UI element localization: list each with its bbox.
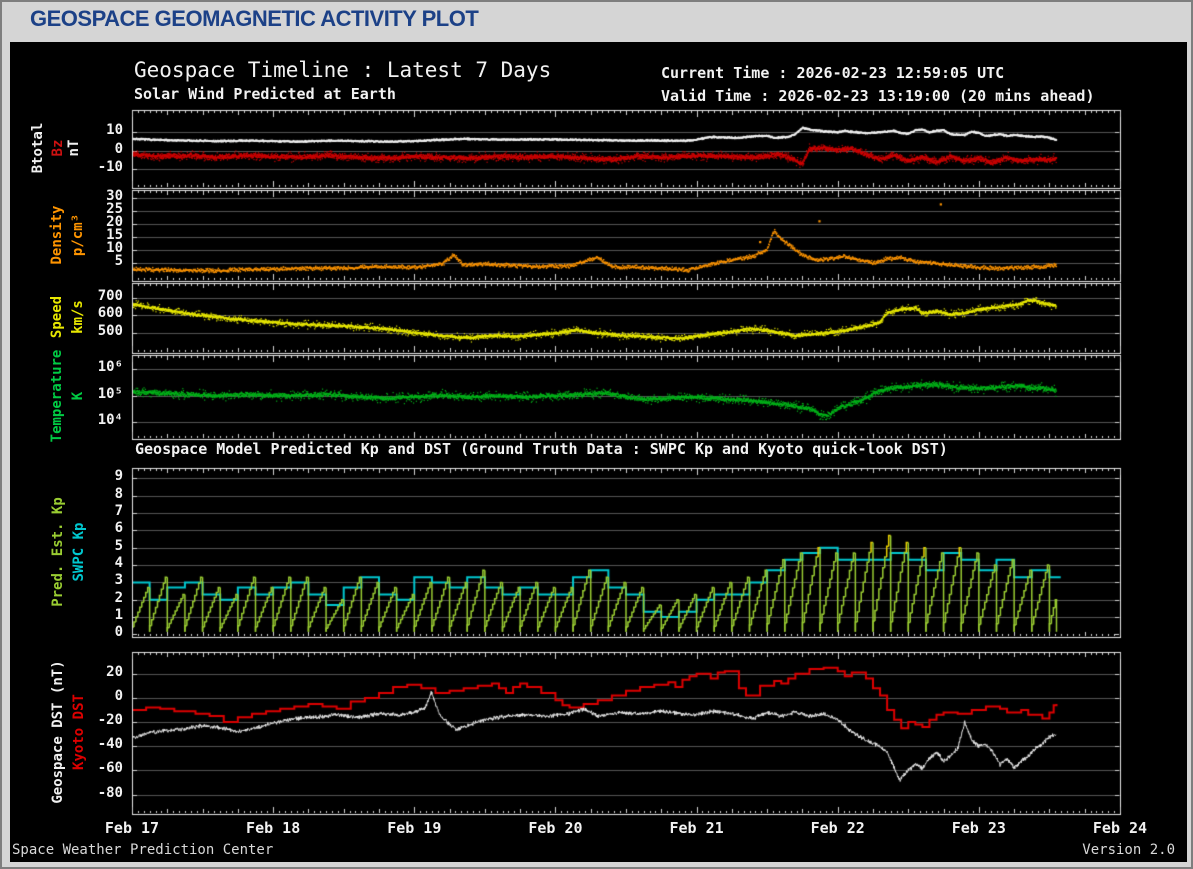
y-tick-label: 10⁵ (57, 387, 123, 402)
y-tick-label: 5 (57, 539, 123, 554)
y-tick-label: -80 (57, 786, 123, 801)
y-tick-label: 700 (57, 289, 123, 304)
page: GEOSPACE GEOMAGNETIC ACTIVITY PLOT Geosp… (0, 0, 1193, 869)
x-tick-label: Feb 19 (380, 819, 448, 837)
y-tick-label: 1 (57, 608, 123, 623)
axis-label-swpc-kp: SWPC Kp (71, 472, 87, 632)
y-tick-label: 10⁶ (57, 360, 123, 375)
x-tick-label: Feb 20 (521, 819, 589, 837)
axis-label-temperature: Temperature (49, 316, 65, 476)
y-tick-label: 6 (57, 521, 123, 536)
axis-label-btotal: Btotal (30, 68, 46, 228)
y-tick-label: 4 (57, 556, 123, 571)
y-tick-label: 500 (57, 324, 123, 339)
y-tick-label: 2 (57, 591, 123, 606)
y-tick-label: 9 (57, 469, 123, 484)
x-tick-label: Feb 23 (945, 819, 1013, 837)
x-tick-label: Feb 22 (804, 819, 872, 837)
axis-label-geospace-dst-nt-: Geospace DST (nT) (50, 652, 66, 812)
y-tick-label: 7 (57, 504, 123, 519)
x-tick-label: Feb 24 (1086, 819, 1154, 837)
y-tick-label: 5 (57, 254, 123, 269)
axis-label-k: K (70, 316, 86, 476)
x-tick-label: Feb 18 (239, 819, 307, 837)
y-tick-label: -60 (57, 761, 123, 776)
plot-title: Geospace Timeline : Latest 7 Days (134, 58, 551, 82)
current-time-label: Current Time : 2026-02-23 12:59:05 UTC (661, 64, 1004, 82)
geospace-plot-canvas (2, 2, 1193, 869)
y-tick-label: 3 (57, 573, 123, 588)
valid-time-label: Valid Time : 2026-02-23 13:19:00 (20 min… (661, 87, 1094, 105)
x-tick-label: Feb 21 (663, 819, 731, 837)
y-tick-label: 20 (57, 665, 123, 680)
section-title: Geospace Model Predicted Kp and DST (Gro… (135, 440, 948, 458)
plot-subtitle: Solar Wind Predicted at Earth (134, 85, 396, 103)
y-tick-label: 600 (57, 306, 123, 321)
footer-version: Version 2.0 (1082, 842, 1175, 858)
axis-label-pred-est-kp: Pred. Est. Kp (50, 472, 66, 632)
footer-credit: Space Weather Prediction Center (12, 842, 273, 858)
axis-label-kyoto-dst: Kyoto DST (71, 652, 87, 812)
x-tick-label: Feb 17 (98, 819, 166, 837)
y-tick-label: 0 (57, 689, 123, 704)
y-tick-label: 10⁴ (57, 413, 123, 428)
y-tick-label: -20 (57, 713, 123, 728)
y-tick-label: 0 (57, 625, 123, 640)
y-tick-label: 8 (57, 487, 123, 502)
y-tick-label: -40 (57, 737, 123, 752)
